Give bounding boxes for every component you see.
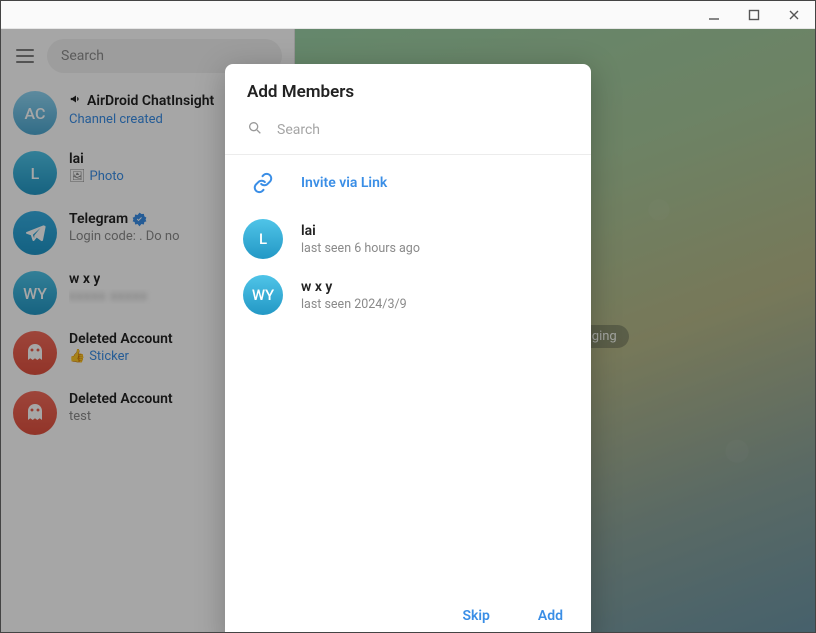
dialog-contact-list: Invite via Link L lai last seen 6 hours … bbox=[225, 155, 591, 588]
contact-row-wxy[interactable]: WY w x y last seen 2024/3/9 bbox=[225, 267, 591, 323]
dialog-search-row bbox=[225, 112, 591, 155]
invite-link-label: Invite via Link bbox=[301, 175, 387, 191]
search-icon bbox=[247, 120, 263, 140]
contact-name: lai bbox=[301, 223, 420, 239]
link-icon bbox=[243, 163, 283, 203]
dialog-button-row: Skip Add bbox=[225, 588, 591, 632]
window-maximize-button[interactable] bbox=[745, 6, 763, 24]
window-close-button[interactable] bbox=[785, 6, 803, 24]
avatar: WY bbox=[243, 275, 283, 315]
avatar: L bbox=[243, 219, 283, 259]
dialog-title: Add Members bbox=[225, 64, 591, 112]
dialog-search-input[interactable] bbox=[277, 122, 569, 138]
window-minimize-button[interactable] bbox=[705, 6, 723, 24]
app-body: Search AC AirDroid ChatInsight bbox=[1, 29, 815, 632]
app-window: Search AC AirDroid ChatInsight bbox=[0, 0, 816, 633]
contact-status: last seen 2024/3/9 bbox=[301, 297, 407, 312]
contact-status: last seen 6 hours ago bbox=[301, 241, 420, 256]
add-button[interactable]: Add bbox=[532, 604, 569, 628]
contact-name: w x y bbox=[301, 279, 407, 295]
window-titlebar bbox=[1, 1, 815, 29]
add-members-dialog: Add Members Invite via Link bbox=[225, 64, 591, 632]
contact-row-lai[interactable]: L lai last seen 6 hours ago bbox=[225, 211, 591, 267]
skip-button[interactable]: Skip bbox=[456, 604, 495, 628]
invite-via-link-row[interactable]: Invite via Link bbox=[225, 155, 591, 211]
